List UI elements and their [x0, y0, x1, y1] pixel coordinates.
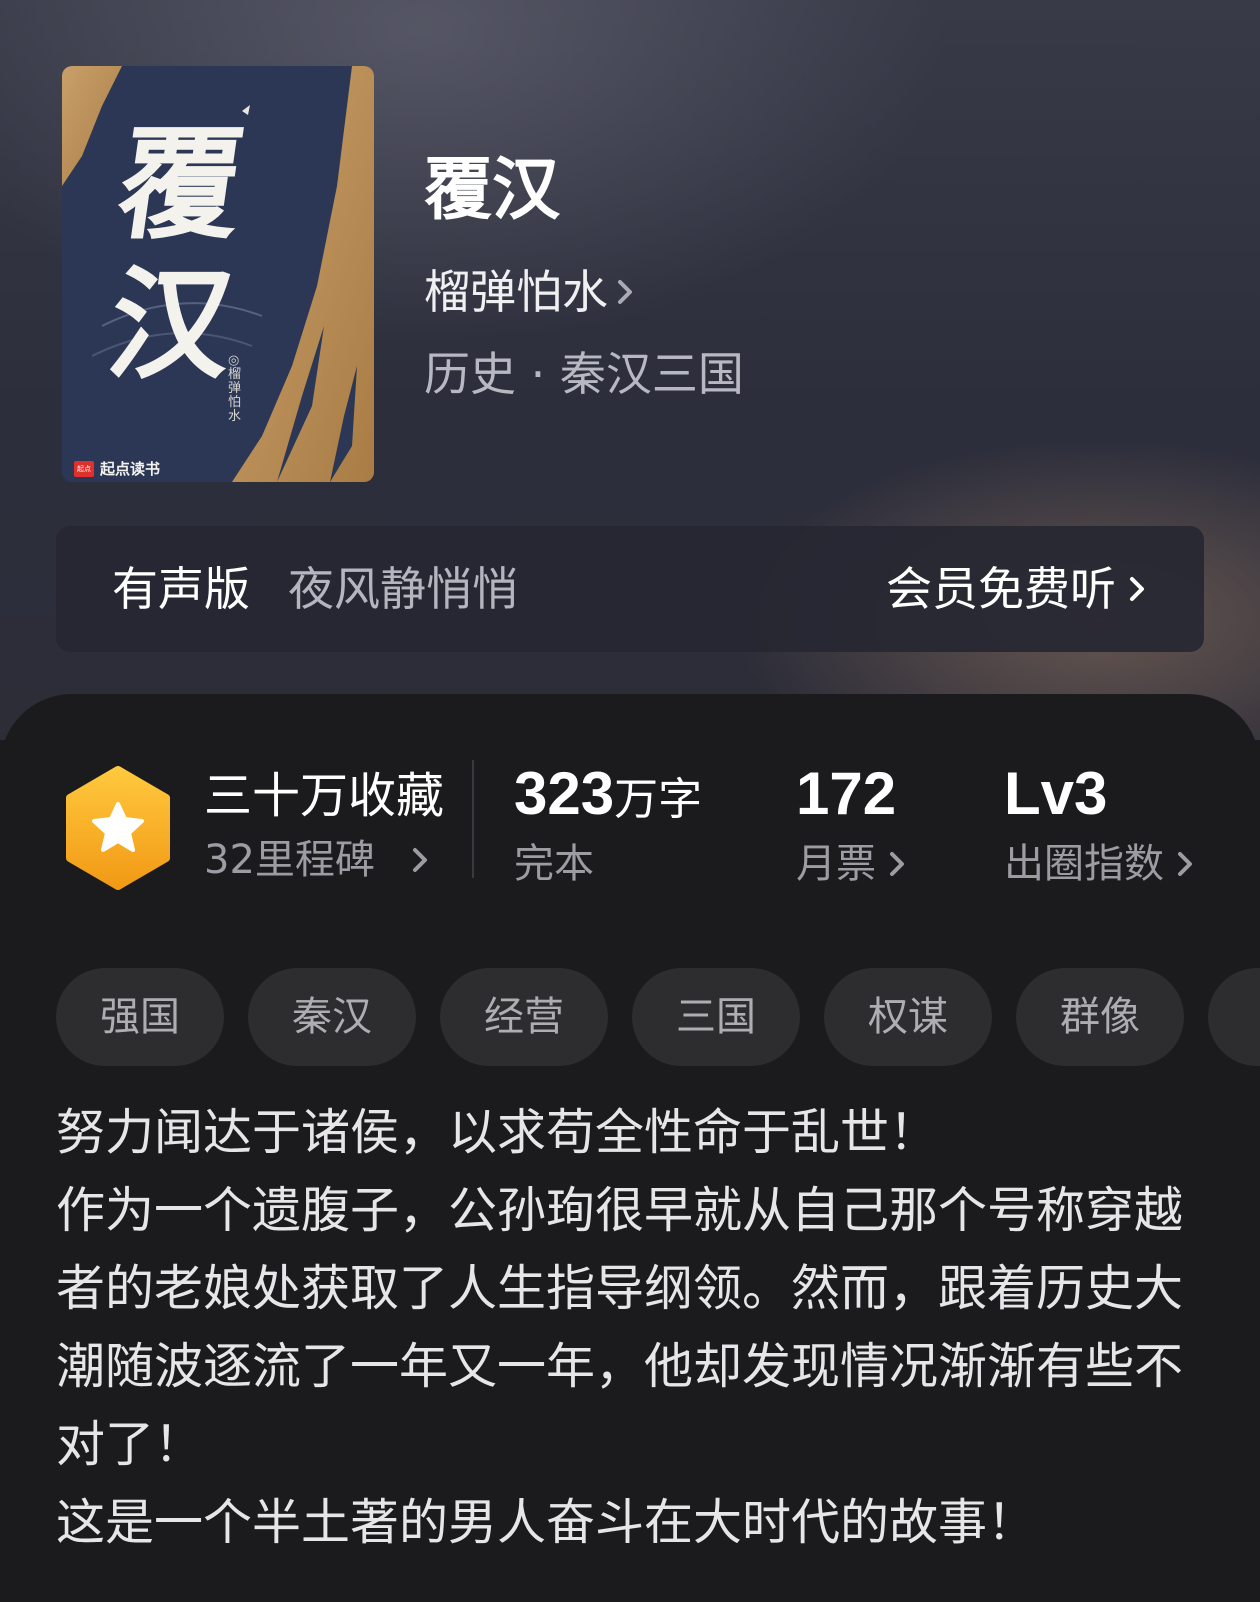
audio-narrator: 夜风静悄悄 [288, 562, 518, 616]
collection-count: 三十万收藏 [204, 768, 445, 824]
tag-chip[interactable]: 权谋 [824, 968, 992, 1066]
tag-chip[interactable]: 群像 [1016, 968, 1184, 1066]
completion-status: 完本 [514, 841, 594, 887]
monthly-votes-label: 月票 [796, 841, 876, 887]
tag-chip[interactable]: 三国 [632, 968, 800, 1066]
milestones-link[interactable]: 32里程碑 [204, 834, 431, 886]
chevron-right-icon [618, 280, 632, 304]
tag-chip[interactable]: 经营 [440, 968, 608, 1066]
book-genre[interactable]: 历史 · 秦汉三国 [424, 344, 744, 404]
audio-version-bar[interactable]: 有声版 夜风静悄悄 会员免费听 [56, 526, 1204, 652]
description-paragraph: 努力闻达于诸侯，以求苟全性命于乱世！ [56, 1104, 939, 1161]
description-paragraph: 作为一个遗腹子，公孙珣很早就从自己那个号称穿越者的老娘处获取了人生指导纲领。然而… [56, 1182, 1184, 1473]
book-description[interactable]: 努力闻达于诸侯，以求苟全性命于乱世！ 作为一个遗腹子，公孙珣很早就从自己那个号称… [56, 1094, 1216, 1562]
audio-label: 有声版 [112, 562, 250, 616]
tag-chip[interactable]: 秦汉 [248, 968, 416, 1066]
description-paragraph: 这是一个半土著的男人奋斗在大时代的故事！ [56, 1494, 1037, 1551]
cover-author: ◎榴弹怕水 [228, 353, 242, 424]
author-name: 榴弹怕水 [424, 265, 608, 319]
popularity-index-link[interactable]: 出圈指数 [1004, 838, 1196, 890]
listen-free-label: 会员免费听 [886, 562, 1116, 616]
tag-chip-partial[interactable] [1208, 968, 1260, 1066]
book-cover[interactable]: 覆 汉 ◎榴弹怕水 起点 起点读书 [62, 66, 374, 482]
author-link[interactable]: 榴弹怕水 [424, 262, 642, 322]
milestones-label: 32里程碑 [204, 837, 375, 883]
listen-free-button[interactable]: 会员免费听 [886, 559, 1152, 619]
tag-chip[interactable]: 强国 [56, 968, 224, 1066]
word-count-value: 323 [514, 760, 615, 827]
publisher-logo-icon: 起点 [74, 460, 94, 477]
book-header: 覆 汉 ◎榴弹怕水 起点 起点读书 覆汉 榴弹怕水 历史 · 秦汉三国 有声版 … [0, 0, 1260, 740]
star-badge-icon [66, 766, 170, 890]
popularity-index-label: 出圈指数 [1004, 841, 1164, 887]
word-count: 323万字 [514, 758, 702, 836]
monthly-votes-link[interactable]: 月票 [796, 838, 908, 890]
stats-divider [472, 760, 474, 878]
chevron-right-icon [412, 848, 427, 872]
tag-list: 强国 秦汉 经营 三国 权谋 群像 [56, 968, 1260, 1066]
level-value: Lv3 [1004, 760, 1108, 827]
monthly-votes-value: 172 [796, 760, 897, 827]
book-title: 覆汉 [424, 150, 561, 230]
book-detail-panel: 三十万收藏 32里程碑 323万字 完本 172 月票 Lv3 出圈指数 强国秦… [0, 694, 1260, 1602]
word-count-unit: 万字 [614, 774, 703, 825]
chevron-right-icon [1130, 577, 1144, 601]
chevron-right-icon [1178, 852, 1192, 876]
publisher-name: 起点读书 [100, 460, 161, 478]
cover-publisher: 起点 起点读书 [74, 458, 160, 479]
chevron-right-icon [890, 852, 904, 876]
